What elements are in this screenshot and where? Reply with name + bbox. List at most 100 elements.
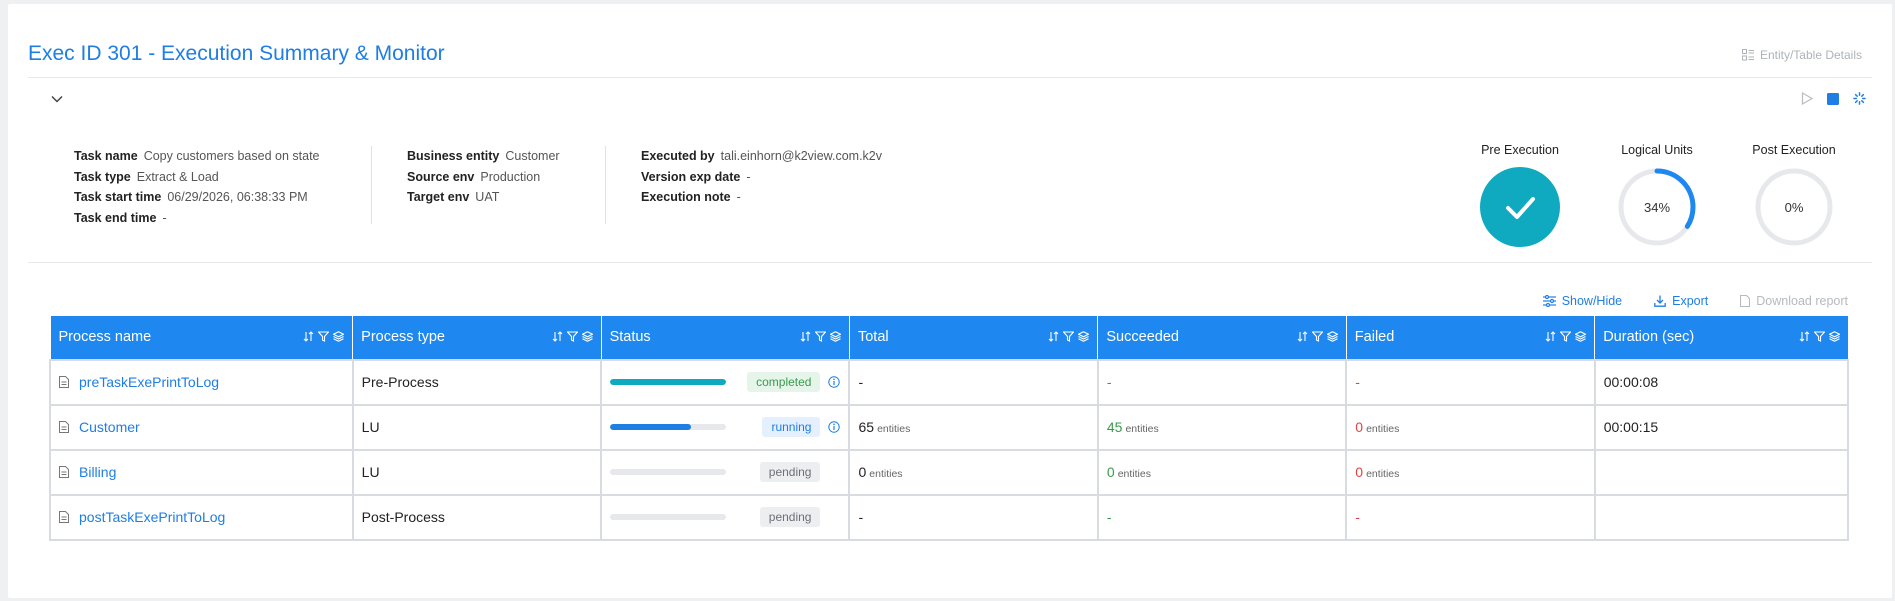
info-icon[interactable] bbox=[828, 421, 841, 433]
column-header-label: Process type bbox=[361, 329, 445, 346]
sort-icon[interactable] bbox=[800, 331, 811, 342]
info-row: Execution note - bbox=[641, 187, 882, 208]
list-details-icon bbox=[1741, 49, 1754, 61]
column-header[interactable]: Failed bbox=[1345, 315, 1596, 360]
column-actions bbox=[800, 331, 841, 342]
status-cell: running bbox=[600, 403, 851, 451]
filter-icon[interactable] bbox=[1813, 331, 1825, 342]
succeeded-cell: 45 entities bbox=[1096, 403, 1348, 451]
info-row: Source env Production bbox=[407, 167, 560, 188]
column-header-label: Status bbox=[609, 329, 651, 346]
export-button[interactable]: Export bbox=[1654, 294, 1708, 308]
group-icon[interactable] bbox=[1078, 331, 1090, 342]
failed-value: - bbox=[1355, 509, 1360, 525]
status-progress-bar bbox=[610, 379, 727, 385]
table-header: Process name Process type Status Total S… bbox=[49, 315, 1849, 360]
progress-pre-execution: Pre Execution bbox=[1465, 143, 1575, 249]
filter-icon[interactable] bbox=[1560, 331, 1572, 342]
sort-icon[interactable] bbox=[1545, 331, 1556, 342]
process-name-link[interactable]: Billing bbox=[79, 464, 116, 480]
sort-icon[interactable] bbox=[1297, 331, 1308, 342]
filter-icon[interactable] bbox=[318, 331, 330, 342]
filter-icon[interactable] bbox=[566, 331, 578, 342]
entities-unit: entities bbox=[869, 468, 903, 480]
info-row: Task type Extract & Load bbox=[74, 167, 320, 188]
total-value: - bbox=[858, 509, 864, 525]
sort-icon[interactable] bbox=[303, 331, 314, 342]
group-icon[interactable] bbox=[829, 331, 841, 342]
chevron-down-icon[interactable] bbox=[50, 92, 64, 106]
info-value: - bbox=[746, 169, 751, 184]
divider bbox=[28, 262, 1872, 263]
group-icon[interactable] bbox=[1828, 331, 1840, 342]
total-cell: 0 entities bbox=[848, 448, 1099, 496]
progress-label: Post Execution bbox=[1752, 143, 1836, 157]
info-label: Business entity bbox=[407, 149, 500, 163]
column-header[interactable]: Status bbox=[600, 315, 850, 360]
column-header[interactable]: Process type bbox=[352, 315, 602, 360]
filter-icon[interactable] bbox=[814, 331, 826, 342]
download-report-button[interactable]: Download report bbox=[1740, 294, 1848, 308]
progress-post-execution: Post Execution 0% bbox=[1739, 143, 1849, 249]
column-actions bbox=[1799, 331, 1840, 342]
group-icon[interactable] bbox=[1575, 331, 1587, 342]
status-progress-bar bbox=[610, 424, 727, 430]
column-header[interactable]: Succeeded bbox=[1097, 315, 1347, 360]
process-name-cell: Customer bbox=[49, 403, 354, 451]
process-name-link[interactable]: postTaskExePrintToLog bbox=[79, 509, 225, 525]
info-icon[interactable] bbox=[828, 376, 841, 388]
info-row: Task start time 06/29/2026, 06:38:33 PM bbox=[74, 187, 320, 208]
process-name-link[interactable]: Customer bbox=[79, 419, 140, 435]
duration-cell bbox=[1593, 448, 1850, 496]
sliders-icon bbox=[1542, 295, 1556, 307]
duration-cell: 00:00:08 bbox=[1593, 358, 1850, 406]
process-name-link[interactable]: preTaskExePrintToLog bbox=[79, 374, 219, 390]
progress-ring: 34% bbox=[1618, 168, 1696, 246]
sort-icon[interactable] bbox=[1048, 331, 1059, 342]
process-type-cell: Pre-Process bbox=[351, 358, 603, 406]
succeeded-value: 0 bbox=[1106, 464, 1115, 480]
info-row: Business entity Customer bbox=[407, 146, 560, 167]
status-badge: completed bbox=[747, 372, 821, 392]
failed-value: 0 bbox=[1355, 419, 1364, 435]
group-icon[interactable] bbox=[581, 331, 593, 342]
entities-unit: entities bbox=[1366, 423, 1400, 435]
column-header[interactable]: Duration (sec) bbox=[1594, 315, 1849, 360]
info-value: Customer bbox=[505, 149, 560, 163]
total-cell: 65 entities bbox=[848, 403, 1099, 451]
filter-icon[interactable] bbox=[1311, 331, 1323, 342]
file-icon bbox=[1740, 295, 1751, 307]
vertical-divider bbox=[605, 146, 606, 224]
status-cell: completed bbox=[600, 358, 851, 406]
entity-table-details-link[interactable]: Entity/Table Details bbox=[1741, 48, 1862, 62]
column-header[interactable]: Process name bbox=[49, 315, 354, 360]
table-row: Billing LU pending 0 entities 0 entities 0… bbox=[49, 448, 1850, 496]
info-label: Task end time bbox=[74, 210, 157, 225]
filter-icon[interactable] bbox=[1063, 331, 1075, 342]
failed-cell: 0 entities bbox=[1345, 403, 1596, 451]
process-type-cell: LU bbox=[351, 403, 603, 451]
group-icon[interactable] bbox=[333, 331, 345, 342]
info-label: Task start time bbox=[74, 190, 162, 204]
play-icon[interactable] bbox=[1801, 92, 1813, 105]
check-icon bbox=[1480, 167, 1560, 247]
document-icon bbox=[59, 511, 69, 523]
progress-label: Pre Execution bbox=[1481, 143, 1559, 157]
info-row: Executed by tali.einhorn@k2view.com.k2v bbox=[641, 146, 882, 167]
column-header-label: Succeeded bbox=[1106, 329, 1179, 346]
group-icon[interactable] bbox=[1326, 331, 1338, 342]
show-hide-button[interactable]: Show/Hide bbox=[1542, 294, 1622, 308]
spinner-icon bbox=[1853, 92, 1866, 105]
failed-cell: 0 entities bbox=[1345, 448, 1596, 496]
column-header[interactable]: Total bbox=[848, 315, 1099, 360]
failed-value: 0 bbox=[1355, 464, 1364, 480]
stop-icon[interactable] bbox=[1827, 92, 1839, 105]
info-value: Extract & Load bbox=[136, 169, 219, 184]
succeeded-value: - bbox=[1106, 509, 1112, 525]
sort-icon[interactable] bbox=[552, 331, 563, 342]
entities-unit: entities bbox=[1125, 423, 1159, 435]
total-value: - bbox=[858, 374, 864, 390]
sort-icon[interactable] bbox=[1799, 331, 1810, 342]
failed-value: - bbox=[1355, 374, 1360, 390]
info-label: Target env bbox=[407, 190, 470, 204]
